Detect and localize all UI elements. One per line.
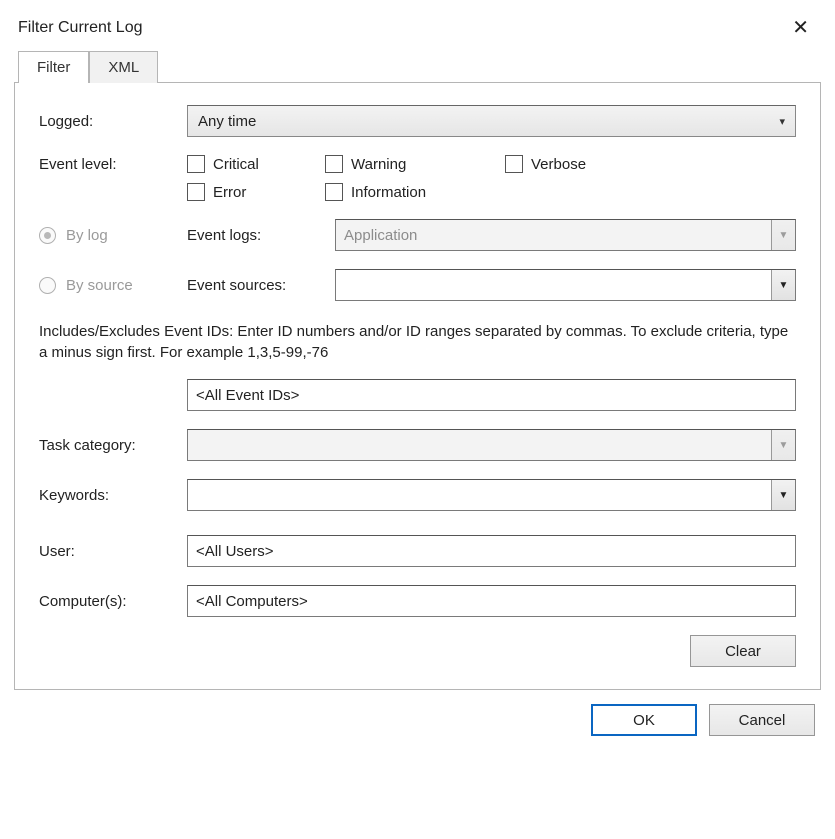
radio-icon — [39, 277, 56, 294]
by-source-label: By source — [66, 277, 133, 294]
event-logs-dropdown: Application ▼ — [335, 219, 796, 251]
logged-combo[interactable]: Any time ▾ — [187, 105, 796, 137]
cancel-button[interactable]: Cancel — [709, 704, 815, 736]
critical-label: Critical — [213, 156, 259, 173]
tab-xml[interactable]: XML — [89, 51, 158, 83]
information-label: Information — [351, 184, 426, 201]
error-label: Error — [213, 184, 246, 201]
tab-filter[interactable]: Filter — [18, 51, 89, 83]
by-source-radio: By source — [39, 277, 187, 294]
logged-value: Any time — [198, 113, 256, 130]
computers-input[interactable]: <All Computers> — [187, 585, 796, 617]
keywords-label: Keywords: — [39, 487, 187, 504]
chevron-down-icon: ▼ — [771, 220, 795, 250]
event-logs-value: Application — [336, 227, 771, 244]
computers-label: Computer(s): — [39, 593, 187, 610]
user-input[interactable]: <All Users> — [187, 535, 796, 567]
warning-checkbox[interactable] — [325, 155, 343, 173]
user-label: User: — [39, 543, 187, 560]
information-checkbox[interactable] — [325, 183, 343, 201]
warning-label: Warning — [351, 156, 406, 173]
error-checkbox[interactable] — [187, 183, 205, 201]
event-ids-input[interactable]: <All Event IDs> — [187, 379, 796, 411]
chevron-down-icon: ▼ — [771, 270, 795, 300]
event-level-label: Event level: — [39, 156, 187, 173]
tab-panel-filter: Logged: Any time ▾ Event level: Critical… — [14, 82, 821, 690]
task-category-label: Task category: — [39, 437, 187, 454]
task-category-dropdown: ▼ — [187, 429, 796, 461]
event-logs-label: Event logs: — [187, 227, 335, 244]
chevron-down-icon: ▼ — [771, 480, 795, 510]
close-icon[interactable]: ✕ — [784, 16, 817, 40]
event-ids-help: Includes/Excludes Event IDs: Enter ID nu… — [39, 321, 796, 363]
event-sources-label: Event sources: — [187, 277, 335, 294]
critical-checkbox[interactable] — [187, 155, 205, 173]
logged-label: Logged: — [39, 113, 187, 130]
verbose-checkbox[interactable] — [505, 155, 523, 173]
chevron-down-icon: ▾ — [779, 115, 785, 128]
verbose-label: Verbose — [531, 156, 586, 173]
dialog-title: Filter Current Log — [18, 19, 143, 37]
event-sources-dropdown[interactable]: ▼ — [335, 269, 796, 301]
tabstrip: Filter XML — [18, 50, 821, 82]
clear-button[interactable]: Clear — [690, 635, 796, 667]
keywords-dropdown[interactable]: ▼ — [187, 479, 796, 511]
radio-icon — [39, 227, 56, 244]
chevron-down-icon: ▼ — [771, 430, 795, 460]
by-log-label: By log — [66, 227, 108, 244]
ok-button[interactable]: OK — [591, 704, 697, 736]
by-log-radio: By log — [39, 227, 187, 244]
